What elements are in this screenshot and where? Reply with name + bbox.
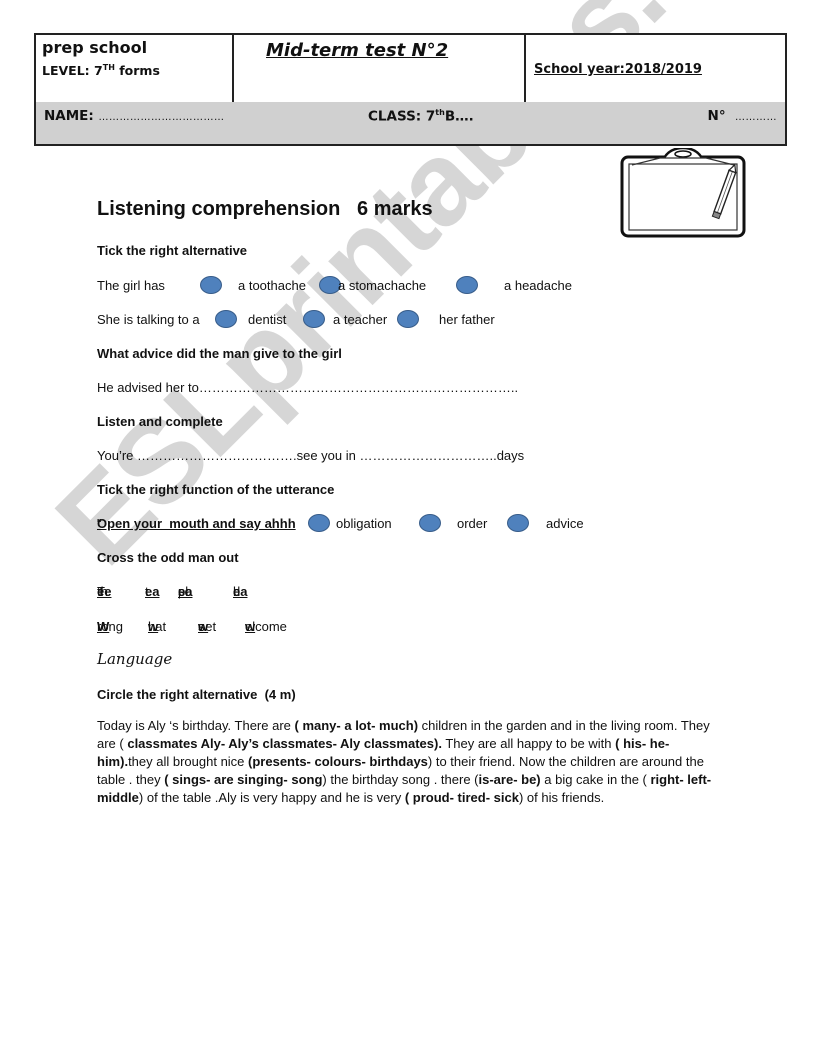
option-bubble[interactable] [397, 310, 419, 328]
test-header: prep school LEVEL: 7TH forms Mid-term te… [34, 33, 787, 146]
section-title-language: Language [97, 650, 173, 668]
instruction-tick-alternative: Tick the right alternative [97, 243, 248, 258]
paragraph-text: a big cake in the ( [540, 772, 651, 787]
instruction-advice: What advice did the man give to the girl [97, 346, 342, 361]
school-cell: prep school LEVEL: 7TH forms [36, 35, 234, 102]
choice-group[interactable]: is-are- be) [479, 772, 541, 787]
option-bubble[interactable] [215, 310, 237, 328]
paragraph-text: Today is Aly ‘s birthday. There are [97, 718, 295, 733]
choice-group[interactable]: ( many- a lot- much) [295, 718, 419, 733]
paragraph-text: they all brought nice [128, 754, 249, 769]
answer-line-advice[interactable]: He advised her to……………………………………………………………… [97, 380, 518, 395]
question-stem: She is talking to a [97, 312, 200, 327]
question-girl-has: The girl has a toothache a stomachache a… [97, 276, 737, 298]
test-title: Mid-term test N°2 [266, 40, 449, 61]
name-field[interactable]: NAME: ……………………………… [44, 108, 225, 124]
number-field[interactable]: N° ………… [708, 108, 777, 124]
choice-group[interactable]: classmates Aly- Aly’s classmates- Aly cl… [127, 736, 442, 751]
option-bubble[interactable] [456, 276, 478, 294]
question-talking-to: She is talking to a dentist a teacher he… [97, 310, 737, 332]
clipboard-icon [620, 148, 746, 238]
option-label: a teacher [333, 312, 388, 327]
class-field: CLASS: 7thB…. [368, 108, 474, 125]
instruction-odd-man-out: Cross the odd man out [97, 550, 239, 565]
section-title-listening: Listening comprehension 6 marks [97, 198, 433, 220]
option-label: a stomachache [338, 278, 427, 293]
year-cell: School year:2018/2019 [526, 35, 785, 102]
odd-man-row-2: Wrong w hat s w eet w elcome [97, 619, 287, 634]
question-utterance: “Open your mouth and say ahhh” obligatio… [97, 514, 584, 532]
choice-group[interactable]: ( sings- are singing- song [164, 772, 322, 787]
option-bubble[interactable] [419, 514, 441, 532]
option-label: a toothache [238, 278, 306, 293]
choice-group[interactable]: (presents- colours- birthdays [248, 754, 428, 769]
option-bubble[interactable] [507, 514, 529, 532]
option-label: her father [439, 312, 495, 327]
paragraph-text: ) of the table .Aly is very happy and he… [138, 790, 405, 805]
instruction-circle-alternative: Circle the right alternative (4 m) [97, 687, 296, 702]
school-name: prep school [42, 38, 148, 57]
title-cell: Mid-term test N°2 [234, 35, 526, 102]
paragraph-text: ) of his friends. [518, 790, 605, 805]
option-label: obligation [336, 516, 392, 531]
student-info-bar: NAME: ……………………………… CLASS: 7thB…. N° ………… [36, 102, 785, 144]
language-paragraph: Today is Aly ‘s birthday. There are ( ma… [97, 717, 727, 807]
option-bubble[interactable] [308, 514, 330, 532]
option-bubble[interactable] [200, 276, 222, 294]
option-bubble[interactable] [303, 310, 325, 328]
paragraph-text: ) the birthday song . there ( [322, 772, 479, 787]
odd-man-row-1: Tee th ea t pl ea se h ea d [97, 584, 248, 599]
option-label: a headache [504, 278, 572, 293]
option-label: advice [546, 516, 584, 531]
option-label: dentist [248, 312, 287, 327]
instruction-function: Tick the right function of the utterance [97, 482, 335, 497]
choice-group[interactable]: ( proud- tired- sick [405, 790, 519, 805]
paragraph-text: They are all happy to be with [441, 736, 616, 751]
question-stem: The girl has [97, 278, 165, 293]
school-year: School year:2018/2019 [534, 62, 702, 77]
option-label: order [457, 516, 488, 531]
answer-line-complete[interactable]: You’re ……………………………….see you in ………………………… [97, 448, 524, 463]
instruction-listen-complete: Listen and complete [97, 414, 223, 429]
level-label: LEVEL: 7TH forms [42, 63, 160, 79]
